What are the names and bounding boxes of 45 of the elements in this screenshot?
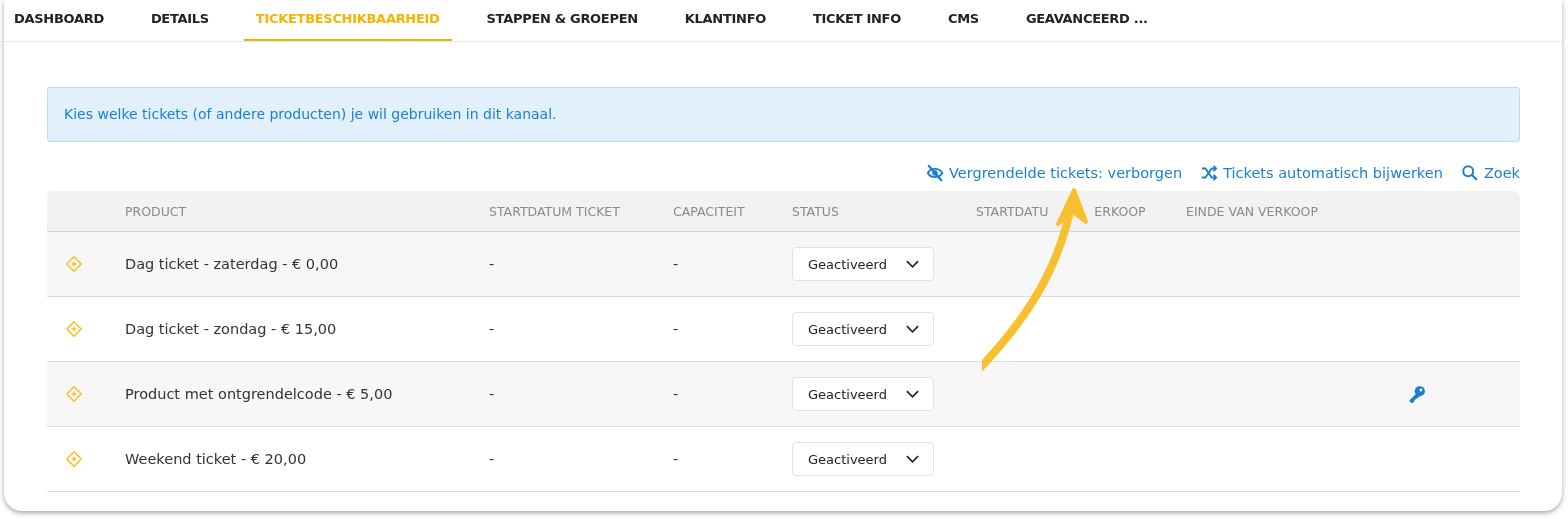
column-header: STATUS [792, 203, 839, 219]
tab[interactable]: DETAILS [138, 0, 221, 41]
table-cell: - [489, 451, 495, 467]
eye-slash-icon [926, 164, 945, 182]
product-name: Dag ticket - zondag - € 15,00 [125, 321, 337, 337]
chevron-down-icon [906, 325, 919, 333]
chevron-down-icon [906, 390, 919, 398]
table-cell: - [489, 386, 495, 402]
table-cell: - [673, 256, 679, 272]
status-dropdown[interactable]: Geactiveerd [792, 247, 934, 281]
tab[interactable]: KLANTINFO [672, 0, 778, 41]
table-cell: - [673, 451, 679, 467]
chevron-down-icon [906, 455, 919, 463]
info-message: Kies welke tickets (of andere producten) je wil gebruiken in dit kanaal. [47, 87, 1520, 142]
tab[interactable]: GEAVANCEERD ... [1013, 0, 1160, 41]
column-header: PRODUCT [125, 203, 187, 219]
product-name: Weekend ticket - € 20,00 [125, 451, 307, 467]
status-dropdown[interactable]: Geactiveerd [792, 312, 934, 346]
table-cell: - [673, 386, 679, 402]
product-name: Dag ticket - zaterdag - € 0,00 [125, 256, 339, 272]
action-link[interactable]: Zoek [1460, 163, 1520, 183]
tab[interactable]: CMS [935, 0, 991, 41]
status-dropdown[interactable]: Geactiveerd [792, 377, 934, 411]
action-link[interactable]: Vergrendelde tickets: verborgen [926, 163, 1183, 183]
table-cell: - [673, 321, 679, 337]
tab[interactable]: STAPPEN & GROEPEN [474, 0, 650, 41]
ticket-icon [65, 320, 83, 338]
ticket-icon [65, 450, 83, 468]
shuffle-icon [1200, 164, 1219, 182]
ticket-icon [65, 255, 83, 273]
column-header: ERKOOP [1094, 203, 1146, 219]
action-link[interactable]: Tickets automatisch bijwerken [1200, 163, 1443, 183]
chevron-down-icon [906, 260, 919, 268]
search-icon [1460, 164, 1479, 182]
table-cell: - [489, 321, 495, 337]
column-header: STARTDATU [976, 203, 1049, 219]
table-cell: - [489, 256, 495, 272]
status-dropdown[interactable]: Geactiveerd [792, 442, 934, 476]
ticket-icon [65, 385, 83, 403]
tab[interactable]: DASHBOARD [14, 0, 116, 41]
column-header: STARTDATUM TICKET [489, 203, 620, 219]
column-header: CAPACITEIT [673, 203, 745, 219]
column-header: EINDE VAN VERKOOP [1186, 203, 1318, 219]
tab[interactable]: TICKET INFO [800, 0, 913, 41]
product-name: Product met ontgrendelcode - € 5,00 [125, 386, 393, 402]
